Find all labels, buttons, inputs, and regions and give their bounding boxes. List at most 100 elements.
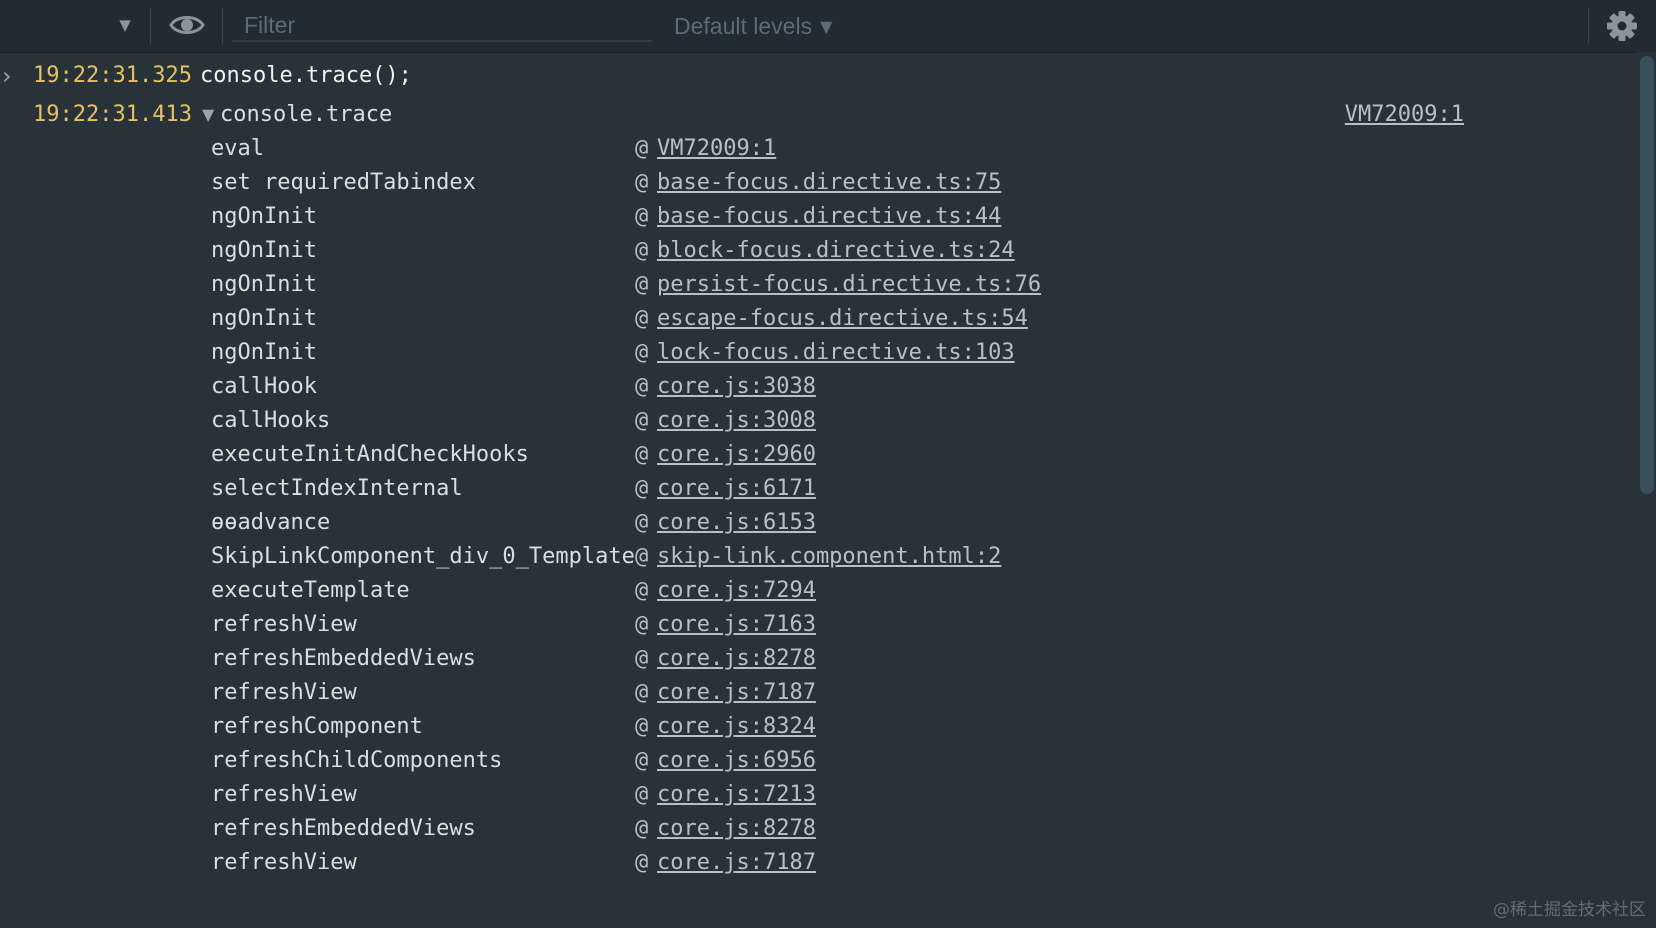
frame-source-link[interactable]: core.js:8324 [657,709,816,745]
prompt-arrow-icon: › [2,62,12,90]
frame-at-sign: @ [635,136,649,161]
stack-frame-row: refreshView @ core.js:7163 [0,607,1600,643]
frame-source-link[interactable]: core.js:8278 [657,811,816,847]
frame-function-name: refreshView [211,680,357,705]
frame-at-sign: @ [635,408,649,433]
stack-frame-row: callHooks @ core.js:3008 [0,403,1600,439]
stack-frame-row: refreshEmbeddedViews @ core.js:8278 [0,641,1600,677]
frame-source-link[interactable]: core.js:6153 [657,505,816,541]
stack-frame-row: executeInitAndCheckHooks @ core.js:2960 [0,437,1600,473]
frame-function-name: callHooks [211,408,331,433]
frame-function-name: executeInitAndCheckHooks [211,442,529,467]
scrollbar-thumb[interactable] [1640,56,1654,494]
frame-at-sign: @ [635,272,649,297]
frame-at-sign: @ [635,170,649,195]
caret-down-icon: ▼ [820,17,833,36]
frame-function-name: callHook [211,374,317,399]
frame-source-link[interactable]: base-focus.directive.ts:75 [657,165,1001,201]
frame-function-name: ngOnInit [211,204,317,229]
stack-frame-row: ngOnInit @ escape-focus.directive.ts:54 [0,301,1600,337]
frame-source-link[interactable]: persist-focus.directive.ts:76 [657,267,1041,303]
stack-frame-row: refreshEmbeddedViews @ core.js:8278 [0,811,1600,847]
input-command: console.trace(); [200,63,412,88]
frame-source-link[interactable]: core.js:6956 [657,743,816,779]
frame-function-name: selectIndexInternal [211,476,463,501]
stack-frame-row: refreshView @ core.js:7213 [0,777,1600,813]
frame-at-sign: @ [635,238,649,263]
chevron-down-icon[interactable]: ▼ [114,13,136,37]
stack-frame-row: refreshComponent @ core.js:8324 [0,709,1600,745]
frame-at-sign: @ [635,442,649,467]
frame-function-name: SkipLinkComponent_div_0_Template [211,544,635,569]
trace-timestamp: 19:22:31.413 [33,102,192,127]
frame-source-link[interactable]: core.js:3038 [657,369,816,405]
console-output: › 19:22:31.325 console.trace(); 19:22:31… [0,52,1636,928]
stack-frame-row: ngOnInit @ persist-focus.directive.ts:76 [0,267,1600,303]
trace-header-line: 19:22:31.413 ▼ console.trace VM72009:1 [0,98,1636,132]
frame-at-sign: @ [635,612,649,637]
frame-source-link[interactable]: core.js:7187 [657,675,816,711]
frame-function-name: refreshComponent [211,714,423,739]
stack-frame-row: refreshChildComponents @ core.js:6956 [0,743,1600,779]
stack-frame-row: SkipLinkComponent_div_0_Template @ skip-li… [0,539,1600,575]
stack-frame-row: ngOnInit @ base-focus.directive.ts:44 [0,199,1600,235]
frame-source-link[interactable]: core.js:7187 [657,845,816,881]
stack-frame-row: callHook @ core.js:3038 [0,369,1600,405]
frame-source-link[interactable]: base-focus.directive.ts:44 [657,199,1001,235]
frame-at-sign: @ [635,850,649,875]
triangle-down-icon[interactable]: ▼ [202,98,214,132]
default-levels-dropdown[interactable]: Default levels ▼ [674,11,832,41]
trace-source-link[interactable]: VM72009:1 [1345,98,1464,132]
frame-source-link[interactable]: core.js:7213 [657,777,816,813]
stack-frame-row: selectIndexInternal @ core.js:6171 [0,471,1600,507]
frame-function-name: ngOnInit [211,238,317,263]
frame-source-link[interactable]: core.js:8278 [657,641,816,677]
frame-at-sign: @ [635,816,649,841]
frame-at-sign: @ [635,510,649,535]
input-timestamp: 19:22:31.325 [33,63,192,88]
frame-source-link[interactable]: core.js:7163 [657,607,816,643]
gear-icon[interactable] [1606,10,1638,42]
frame-at-sign: @ [635,578,649,603]
toolbar-divider [150,8,151,44]
eye-icon[interactable] [168,10,206,40]
frame-function-name: ngOnInit [211,306,317,331]
frame-source-link[interactable]: core.js:3008 [657,403,816,439]
frame-at-sign: @ [635,306,649,331]
frame-source-link[interactable]: escape-focus.directive.ts:54 [657,301,1028,337]
stack-frame-row: ngOnInit @ lock-focus.directive.ts:103 [0,335,1600,371]
frame-source-link[interactable]: core.js:2960 [657,437,816,473]
frame-source-link[interactable]: core.js:6171 [657,471,816,507]
stack-frame-row: refreshView @ core.js:7187 [0,675,1600,711]
toolbar-divider [1588,8,1589,44]
frame-function-name: ngOnInit [211,272,317,297]
frame-source-link[interactable]: block-focus.directive.ts:24 [657,233,1015,269]
filter-input[interactable] [232,10,652,42]
default-levels-label: Default levels [674,13,813,39]
frame-source-link[interactable]: skip-link.component.html:2 [657,539,1001,575]
frame-at-sign: @ [635,476,649,501]
frame-at-sign: @ [635,748,649,773]
trace-label[interactable]: console.trace [220,98,392,132]
frame-function-name: ɵɵadvance [211,510,331,535]
stack-frame-row: set requiredTabindex @ base-focus.directiv… [0,165,1600,201]
frame-source-link[interactable]: core.js:7294 [657,573,816,609]
frame-function-name: refreshView [211,612,357,637]
console-toolbar: ▼ Default levels ▼ [0,0,1656,53]
stack-frame-row: executeTemplate @ core.js:7294 [0,573,1600,609]
frame-source-link[interactable]: VM72009:1 [657,131,776,167]
frame-at-sign: @ [635,544,649,569]
frame-source-link[interactable]: lock-focus.directive.ts:103 [657,335,1015,371]
frame-at-sign: @ [635,680,649,705]
frame-function-name: refreshEmbeddedViews [211,646,476,671]
frame-at-sign: @ [635,340,649,365]
frame-function-name: refreshView [211,850,357,875]
toolbar-divider [222,8,223,44]
stack-frame-row: refreshView @ core.js:7187 [0,845,1600,881]
frame-at-sign: @ [635,204,649,229]
frame-at-sign: @ [635,646,649,671]
stack-frame-row: eval @ VM72009:1 [0,131,1600,167]
watermark: @稀土掘金技术社区 [1493,900,1646,920]
frame-function-name: eval [211,136,264,161]
frame-function-name: refreshEmbeddedViews [211,816,476,841]
